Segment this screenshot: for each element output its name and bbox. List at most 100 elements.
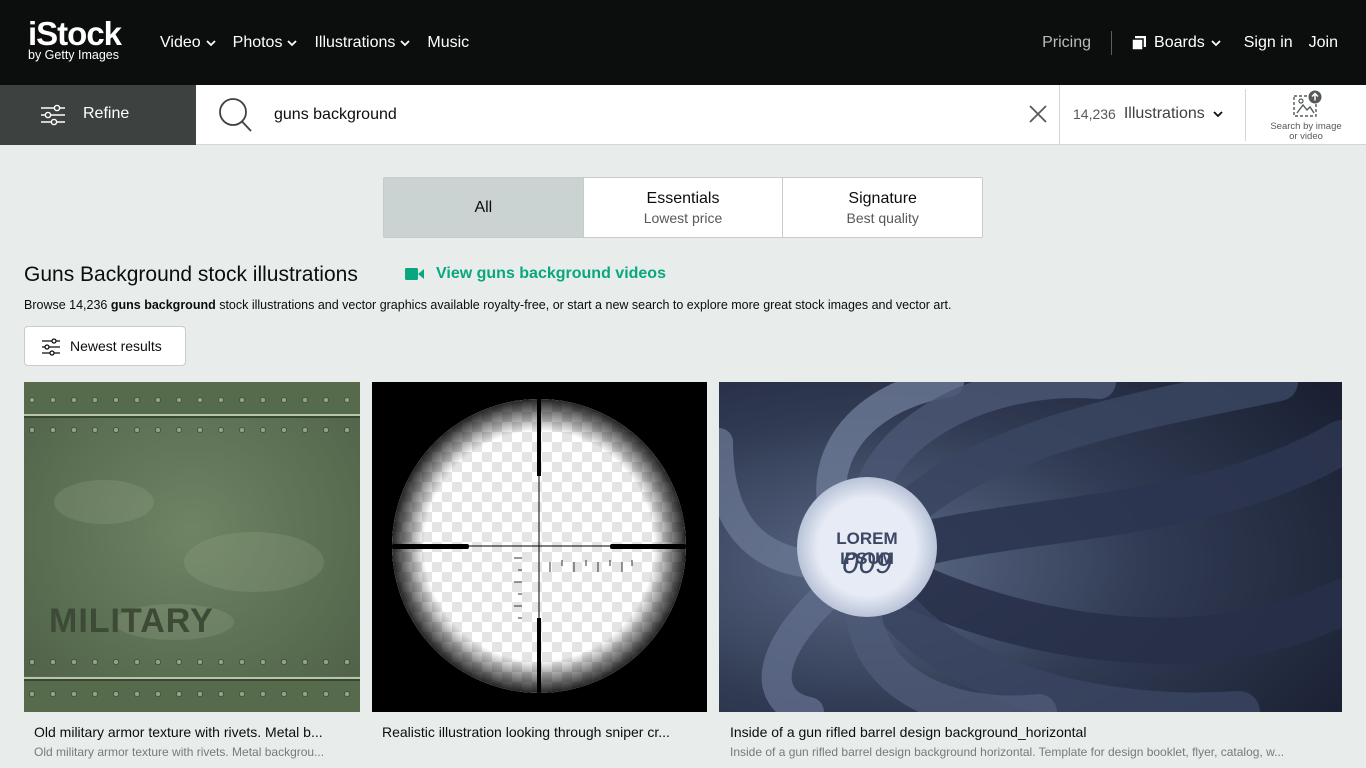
search-divider [1059, 85, 1060, 145]
nav-item-illustrations[interactable]: Illustrations [314, 34, 411, 52]
rivet [92, 659, 98, 665]
result-title[interactable]: Inside of a gun rifled barrel design bac… [730, 724, 1330, 740]
refine-button[interactable]: Refine [0, 85, 196, 145]
boards-menu[interactable]: Boards [1132, 34, 1222, 52]
tab-essentials[interactable]: Essentials Lowest price [584, 178, 784, 237]
rivet [155, 397, 161, 403]
join-link[interactable]: Join [1309, 34, 1338, 52]
rivet [50, 659, 56, 665]
rivet [92, 397, 98, 403]
rivet [29, 691, 35, 697]
page-title: Guns Background stock illustrations [24, 263, 358, 286]
top-navigation: iStock by Getty Images Video Photos Illu… [0, 0, 1366, 85]
rivet [134, 691, 140, 697]
browse-text: stock illustrations and vector graphics … [215, 298, 952, 312]
rivet [302, 397, 308, 403]
result-title[interactable]: Realistic illustration looking through s… [382, 724, 700, 740]
rivet [323, 659, 329, 665]
close-icon[interactable] [1027, 103, 1049, 125]
media-type-select[interactable]: 14,236 Illustrations [1073, 105, 1224, 123]
rivet [260, 397, 266, 403]
logo-wordmark: iStock [28, 15, 122, 52]
barrel-number-text: 009 [841, 547, 893, 580]
video-camera-icon [405, 268, 424, 280]
rivet [176, 691, 182, 697]
search-bar: Refine 14,236 Illustrations Search by im… [0, 85, 1366, 145]
military-armor-image [24, 382, 360, 712]
result-description: Inside of a gun rifled barrel design bac… [730, 745, 1285, 759]
sliders-icon [41, 104, 65, 126]
rivet [197, 691, 203, 697]
military-label: MILITARY [49, 602, 214, 640]
rivet [134, 659, 140, 665]
rivet [155, 427, 161, 433]
rivet [29, 397, 35, 403]
search-input[interactable] [274, 103, 994, 127]
sign-in-link[interactable]: Sign in [1244, 34, 1293, 52]
rivet [29, 659, 35, 665]
rivet [281, 691, 287, 697]
rivet [281, 427, 287, 433]
rivet [176, 427, 182, 433]
main-nav: Video Photos Illustrations Music [160, 0, 485, 85]
view-videos-link[interactable]: View guns background videos [405, 265, 666, 283]
tab-signature[interactable]: Signature Best quality [783, 178, 982, 237]
boards-label: Boards [1154, 33, 1205, 51]
chevron-down-icon [1213, 111, 1223, 118]
chevron-down-icon [287, 39, 298, 46]
rivet [323, 397, 329, 403]
rivet [176, 397, 182, 403]
sort-button[interactable]: Newest results [24, 326, 186, 366]
pricing-link[interactable]: Pricing [1042, 34, 1091, 52]
rivet [218, 691, 224, 697]
rivet [71, 691, 77, 697]
rivet [218, 427, 224, 433]
rivet [92, 427, 98, 433]
rivet [197, 427, 203, 433]
chevron-down-icon [1211, 39, 1221, 46]
account-nav: Pricing Boards Sign in Join [1042, 0, 1366, 85]
result-title[interactable]: Old military armor texture with rivets. … [34, 724, 352, 740]
rivet [344, 397, 350, 403]
search-divider [1245, 89, 1246, 141]
rivet [218, 397, 224, 403]
rivet [71, 659, 77, 665]
nav-item-label: Video [160, 33, 201, 51]
license-tier-tabs: All Essentials Lowest price Signature Be… [383, 177, 983, 238]
sniper-scope-image [372, 382, 707, 712]
tab-subtitle: Best quality [846, 209, 919, 226]
tab-subtitle: Lowest price [643, 209, 723, 226]
nav-divider [1111, 30, 1113, 55]
nav-item-label: Music [427, 33, 470, 51]
view-videos-label: View guns background videos [436, 265, 666, 282]
refine-label: Refine [83, 105, 130, 122]
rivet [218, 659, 224, 665]
search-by-image-label: or video [1289, 131, 1323, 142]
search-by-image-button[interactable]: Search by image or video [1260, 90, 1352, 142]
rivet [239, 427, 245, 433]
result-description: Old military armor texture with rivets. … [34, 745, 325, 759]
result-card[interactable]: MILITARY [24, 382, 360, 712]
browse-text: Browse 14,236 [24, 298, 111, 312]
rivet [29, 427, 35, 433]
rivet [113, 659, 119, 665]
nav-item-video[interactable]: Video [160, 34, 217, 52]
rivet [113, 397, 119, 403]
tab-all[interactable]: All [384, 178, 584, 237]
istock-logo[interactable]: iStock by Getty Images [28, 15, 122, 62]
rivet [260, 659, 266, 665]
rivet [50, 427, 56, 433]
tab-title: Signature [848, 189, 917, 207]
result-card[interactable] [372, 382, 707, 712]
rivet [302, 691, 308, 697]
rivet [344, 427, 350, 433]
nav-item-photos[interactable]: Photos [233, 34, 299, 52]
search-icon[interactable] [218, 95, 254, 135]
nav-item-music[interactable]: Music [427, 34, 469, 52]
nav-item-label: Illustrations [314, 33, 396, 51]
sort-label: Newest results [70, 338, 162, 354]
rivet [50, 397, 56, 403]
result-card[interactable]: LOREM IPSUM 009 [719, 382, 1342, 712]
rivet [92, 691, 98, 697]
sliders-icon [42, 338, 60, 356]
